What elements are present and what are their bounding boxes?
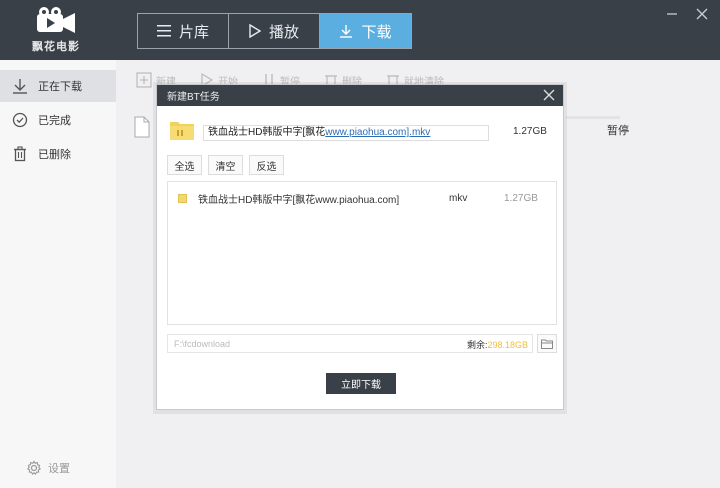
tab-label: 下载 [361, 23, 392, 41]
file-list: 铁血战士HD韩版中字[飘花www.piaohua.com] mkv 1.27GB [167, 181, 557, 325]
settings-button[interactable]: 设置 [26, 460, 70, 476]
sidebar-item-downloading[interactable]: 正在下载 [0, 70, 116, 102]
task-status: 暂停 [607, 125, 629, 137]
dialog-titlebar: 新建BT任务 [157, 85, 563, 106]
task-name-link[interactable]: www.piaohua.com].mkv [325, 127, 430, 138]
file-icon [134, 116, 150, 138]
play-icon [249, 24, 261, 38]
remaining-label: 剩余: [467, 340, 488, 350]
tab-library[interactable]: 片库 [138, 14, 229, 48]
window-controls [664, 6, 710, 22]
clear-selection-button[interactable]: 清空 [208, 155, 243, 175]
download-arrow-icon [13, 79, 27, 94]
select-all-button[interactable]: 全选 [167, 155, 202, 175]
selection-buttons: 全选 清空 反选 [167, 155, 284, 175]
tab-label: 播放 [268, 23, 299, 41]
file-type: mkv [449, 192, 468, 204]
list-item[interactable]: 铁血战士HD韩版中字[飘花www.piaohua.com] mkv 1.27GB [168, 190, 556, 206]
add-icon [136, 72, 152, 88]
check-circle-icon [12, 112, 28, 128]
browse-folder-button[interactable] [537, 334, 557, 353]
new-bt-task-dialog: 新建BT任务 铁血战士HD韩版中字[飘花www.piaohua.com].mkv… [156, 84, 564, 410]
download-icon [340, 25, 353, 38]
sidebar-item-label: 正在下载 [38, 81, 82, 93]
trash-icon [14, 146, 26, 162]
menu-icon [156, 25, 171, 37]
folder-open-icon [541, 339, 553, 349]
sidebar-item-completed[interactable]: 已完成 [0, 104, 116, 136]
close-icon [696, 8, 708, 20]
remaining-space: 剩余:298.18GB [467, 338, 528, 351]
file-name: 铁血战士HD韩版中字[飘花www.piaohua.com] [198, 194, 400, 206]
remaining-value: 298.18GB [487, 340, 529, 350]
sidebar-item-label: 已完成 [38, 115, 71, 127]
sidebar-item-label: 已删除 [38, 149, 71, 161]
progress-track [566, 116, 620, 119]
tab-play[interactable]: 播放 [229, 14, 320, 48]
app-logo: 飘花电影 [28, 6, 84, 54]
save-path-text: F:\fcdownload [174, 338, 231, 349]
minimize-button[interactable] [664, 6, 680, 22]
gear-icon [26, 460, 42, 475]
task-name-prefix: 铁血战士HD韩版中字[飘花 [208, 127, 326, 138]
tab-download[interactable]: 下载 [320, 14, 411, 48]
folder-icon [170, 122, 194, 140]
settings-label: 设置 [48, 463, 70, 475]
dialog-title: 新建BT任务 [167, 92, 220, 103]
download-now-button[interactable]: 立即下载 [326, 373, 396, 394]
film-camera-icon [37, 7, 75, 33]
total-size: 1.27GB [513, 126, 547, 137]
sidebar: 正在下载 已完成 已删除 设置 [0, 60, 116, 488]
close-icon [543, 89, 555, 101]
sidebar-item-deleted[interactable]: 已删除 [0, 138, 116, 170]
invert-selection-button[interactable]: 反选 [249, 155, 284, 175]
tab-label: 片库 [178, 23, 209, 41]
top-bar: 飘花电影 片库 播放 下载 [0, 0, 720, 60]
task-name-field[interactable]: 铁血战士HD韩版中字[飘花www.piaohua.com].mkv [203, 125, 489, 141]
file-checkbox[interactable] [178, 193, 187, 203]
file-size: 1.27GB [504, 192, 538, 204]
minimize-icon [667, 13, 677, 15]
close-window-button[interactable] [694, 6, 710, 22]
dialog-close-button[interactable] [543, 89, 555, 101]
main-tabs: 片库 播放 下载 [137, 13, 412, 49]
logo-text: 飘花电影 [32, 41, 80, 53]
